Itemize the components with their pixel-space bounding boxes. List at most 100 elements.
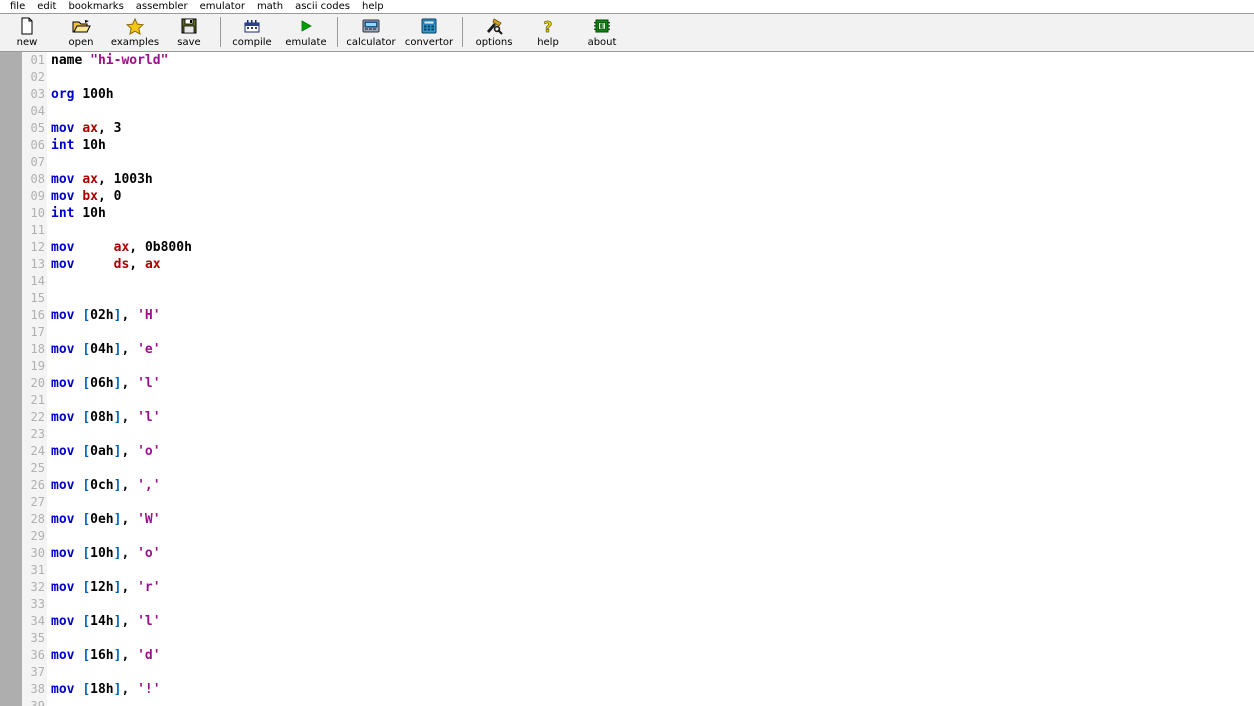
toolbar-button-label: help — [537, 37, 559, 49]
code-line[interactable]: 27 — [0, 494, 1254, 511]
code-line[interactable]: 28mov [0eh], 'W' — [0, 511, 1254, 528]
code-line[interactable]: 03org 100h — [0, 86, 1254, 103]
token-str: 'l' — [137, 410, 160, 425]
chip-icon: E — [591, 16, 613, 36]
line-number: 32 — [22, 579, 45, 596]
code-line[interactable]: 06 int 10h — [0, 137, 1254, 154]
token-pln: name — [51, 53, 82, 68]
code-line[interactable]: 13mov ds, ax — [0, 256, 1254, 273]
line-content: mov [14h], 'l' — [51, 613, 161, 630]
code-line[interactable]: 35 — [0, 630, 1254, 647]
toolbar-button-options[interactable]: options — [467, 14, 521, 51]
menu-emulator[interactable]: emulator — [194, 0, 251, 13]
token-kw: int — [51, 206, 74, 221]
menu-assembler[interactable]: assembler — [130, 0, 194, 13]
line-content: mov ax, 1003h — [51, 171, 153, 188]
code-line[interactable]: 39 — [0, 698, 1254, 706]
code-line[interactable]: 24mov [0ah], 'o' — [0, 443, 1254, 460]
toolbar-button-save[interactable]: save — [162, 14, 216, 51]
toolbar-button-help[interactable]: ?help — [521, 14, 575, 51]
line-content: mov ax, 0b800h — [51, 239, 192, 256]
code-line[interactable]: 18mov [04h], 'e' — [0, 341, 1254, 358]
toolbar-button-new[interactable]: new — [0, 14, 54, 51]
toolbar-button-label: save — [177, 37, 200, 49]
token-punc: , — [121, 376, 137, 391]
toolbar-button-about[interactable]: Eabout — [575, 14, 629, 51]
line-content: mov [0ch], ',' — [51, 477, 161, 494]
toolbar-button-emulate[interactable]: emulate — [279, 14, 333, 51]
menu-help[interactable]: help — [356, 0, 390, 13]
code-line[interactable]: 14 — [0, 273, 1254, 290]
code-line[interactable]: 02 — [0, 69, 1254, 86]
token-num: 12h — [90, 580, 113, 595]
toolbar-button-convertor[interactable]: convertor — [400, 14, 458, 51]
code-line[interactable]: 26 mov [0ch], ',' — [0, 477, 1254, 494]
token-kw: mov — [51, 189, 74, 204]
toolbar-button-calculator[interactable]: calculator — [342, 14, 400, 51]
code-line[interactable]: 09mov bx, 0 — [0, 188, 1254, 205]
application-window: fileeditbookmarksassembleremulatormathas… — [0, 0, 1254, 706]
line-number: 26 — [22, 477, 45, 494]
calculator-icon — [360, 16, 382, 36]
line-content: int 10h — [51, 137, 106, 154]
toolbar-button-compile[interactable]: compile — [225, 14, 279, 51]
code-line[interactable]: 37 — [0, 664, 1254, 681]
code-line[interactable]: 38mov [18h], '!' — [0, 681, 1254, 698]
menu-bookmarks[interactable]: bookmarks — [62, 0, 129, 13]
line-number: 33 — [22, 596, 45, 613]
token-num: 0ch — [90, 478, 113, 493]
star-icon — [124, 16, 146, 36]
code-line[interactable]: 33 — [0, 596, 1254, 613]
menu-file[interactable]: file — [4, 0, 31, 13]
code-line[interactable]: 19 — [0, 358, 1254, 375]
code-editor[interactable]: 01name "hi-world"0203org 100h0405mov ax,… — [0, 52, 1254, 706]
code-line[interactable]: 08mov ax, 1003h — [0, 171, 1254, 188]
code-line[interactable]: 04 — [0, 103, 1254, 120]
code-line[interactable]: 32mov [12h], 'r' — [0, 579, 1254, 596]
code-line[interactable]: 15 — [0, 290, 1254, 307]
line-number: 18 — [22, 341, 45, 358]
code-line[interactable]: 12mov ax, 0b800h — [0, 239, 1254, 256]
code-line[interactable]: 05mov ax, 3 — [0, 120, 1254, 137]
token-num: 10h — [82, 138, 105, 153]
menu-edit[interactable]: edit — [31, 0, 62, 13]
code-text-area[interactable]: 01name "hi-world"0203org 100h0405mov ax,… — [0, 52, 1254, 706]
question-mark-icon: ? — [537, 16, 559, 36]
new-file-icon — [16, 16, 38, 36]
code-line[interactable]: 07 — [0, 154, 1254, 171]
code-line[interactable]: 11 — [0, 222, 1254, 239]
token-kw: mov — [51, 682, 74, 697]
code-line[interactable]: 16mov [02h], 'H' — [0, 307, 1254, 324]
menu-math[interactable]: math — [251, 0, 289, 13]
code-line[interactable]: 23 — [0, 426, 1254, 443]
line-content: mov [06h], 'l' — [51, 375, 161, 392]
line-content: mov [0ah], 'o' — [51, 443, 161, 460]
token-num: 0ah — [90, 444, 113, 459]
code-line[interactable]: 22mov [08h], 'l' — [0, 409, 1254, 426]
code-line[interactable]: 31 — [0, 562, 1254, 579]
code-line[interactable]: 29 — [0, 528, 1254, 545]
line-content: mov ax, 3 — [51, 120, 121, 137]
code-line[interactable]: 20mov [06h], 'l' — [0, 375, 1254, 392]
line-number: 38 — [22, 681, 45, 698]
code-line[interactable]: 21 — [0, 392, 1254, 409]
line-content: name "hi-world" — [51, 52, 168, 69]
code-line[interactable]: 36mov [16h], 'd' — [0, 647, 1254, 664]
code-line[interactable]: 34 mov [14h], 'l' — [0, 613, 1254, 630]
code-line[interactable]: 30mov [10h], 'o' — [0, 545, 1254, 562]
line-number: 06 — [22, 137, 45, 154]
code-line[interactable]: 17 — [0, 324, 1254, 341]
toolbar-button-open[interactable]: open — [54, 14, 108, 51]
line-number: 34 — [22, 613, 45, 630]
code-line[interactable]: 01name "hi-world" — [0, 52, 1254, 69]
token-num: 1003h — [114, 172, 153, 187]
toolbar-group-4: options?helpEabout — [467, 14, 629, 51]
menu-ascii-codes[interactable]: ascii codes — [289, 0, 356, 13]
line-content: mov [10h], 'o' — [51, 545, 161, 562]
floppy-disk-icon — [178, 16, 200, 36]
code-line[interactable]: 10int 10h — [0, 205, 1254, 222]
toolbar-button-examples[interactable]: examples — [108, 14, 162, 51]
token-num: 100h — [82, 87, 113, 102]
code-line[interactable]: 25 — [0, 460, 1254, 477]
line-number: 15 — [22, 290, 45, 307]
